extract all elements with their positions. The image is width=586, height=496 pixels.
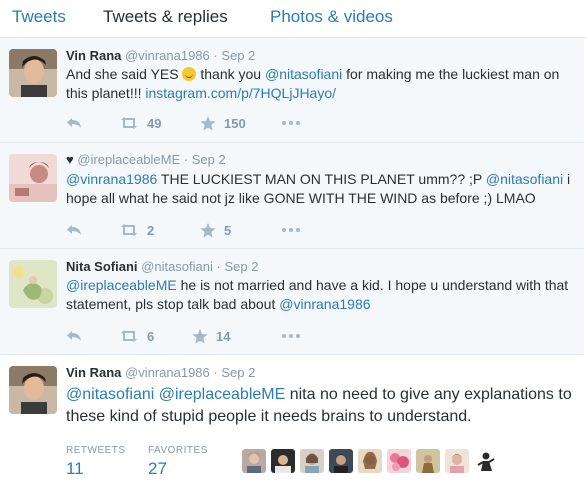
instagram-link[interactable]: instagram.com/p/7HQLjJHayo/ (145, 85, 336, 101)
tweet-text: And she said YES thank you @nitasofiani … (66, 65, 574, 103)
avatar[interactable] (9, 260, 57, 308)
profile-tabs: Tweets Tweets & replies Photos & videos (0, 0, 586, 38)
tweet[interactable]: Vin Rana @vinrana1986 · Sep 2 And she sa… (0, 38, 584, 143)
tweet-focused[interactable]: Vin Rana @vinrana1986 · Sep 2 @nitasofia… (0, 355, 584, 496)
favoriter-avatar[interactable] (474, 449, 498, 473)
more-button[interactable] (281, 220, 301, 240)
more-icon (282, 121, 300, 125)
retweet-count: 49 (147, 115, 162, 131)
favorites-stat[interactable]: FAVORITES 27 (148, 445, 208, 479)
mention-link[interactable]: @vinrana1986 (66, 171, 157, 187)
heart-prefix: ♥ (66, 152, 74, 167)
separator-dot: · (213, 365, 218, 380)
tweet-actions: 6 14 (66, 326, 366, 346)
retweets-label: RETWEETS (66, 445, 126, 456)
tweet-date[interactable]: Sep 2 (224, 259, 258, 274)
tweet-date[interactable]: Sep 2 (192, 152, 226, 167)
retweets-stat[interactable]: RETWEETS 11 (66, 445, 126, 479)
mention-link[interactable]: @nitasofiani (265, 66, 342, 82)
favorite-star-icon (200, 115, 216, 130)
retweet-icon (121, 224, 137, 236)
favoriter-avatar[interactable] (445, 449, 469, 473)
reply-button[interactable] (66, 220, 82, 240)
more-icon (282, 334, 300, 338)
avatar[interactable] (9, 154, 57, 202)
favorites-value: 27 (148, 459, 167, 478)
tweet-stream: Vin Rana @vinrana1986 · Sep 2 And she sa… (0, 38, 584, 496)
mention-link[interactable]: @vinrana1986 (279, 296, 370, 312)
favorite-star-icon (192, 328, 208, 343)
tweet[interactable]: Nita Sofiani @nitasofiani · Sep 2 @irepl… (0, 249, 584, 355)
favorite-star-icon (200, 222, 216, 237)
tweet-date[interactable]: Sep 2 (221, 48, 255, 63)
favoriter-avatar[interactable] (358, 449, 382, 473)
retweet-count: 2 (147, 222, 155, 238)
tab-tweets-and-replies[interactable]: Tweets & replies (103, 7, 228, 27)
more-icon (282, 228, 300, 232)
favorite-count: 150 (224, 115, 246, 131)
tweet-text: @vinrana1986 THE LUCKIEST MAN ON THIS PL… (66, 170, 574, 208)
mention-link[interactable]: @ireplaceableME (66, 277, 177, 293)
separator-dot: · (213, 48, 218, 63)
tweet-actions: 49 150 (66, 113, 366, 133)
author-handle[interactable]: @ireplaceableME (77, 152, 180, 167)
separator-dot: · (216, 259, 221, 274)
more-button[interactable] (281, 113, 301, 133)
reply-button[interactable] (66, 113, 82, 133)
tab-photos-and-videos[interactable]: Photos & videos (270, 7, 393, 27)
retweets-value: 11 (66, 459, 84, 478)
favoriter-avatar[interactable] (242, 449, 266, 473)
favorite-button[interactable]: 5 (200, 220, 231, 240)
favoriter-avatar[interactable] (416, 449, 440, 473)
author-name[interactable]: Vin Rana (66, 48, 121, 63)
tab-tweets[interactable]: Tweets (12, 7, 66, 27)
reply-icon (67, 331, 81, 341)
mention-link[interactable]: @nitasofiani (66, 386, 154, 403)
tweet-date[interactable]: Sep 2 (221, 365, 255, 380)
favoriter-avatar[interactable] (300, 449, 324, 473)
tweet-stats: RETWEETS 11 FAVORITES 27 (66, 445, 574, 485)
retweet-icon (121, 117, 137, 129)
avatar[interactable] (9, 366, 57, 414)
retweet-button[interactable]: 2 (119, 220, 154, 240)
mention-link[interactable]: @nitasofiani (486, 171, 563, 187)
favoriter-avatar[interactable] (329, 449, 353, 473)
tweet-text: @ireplaceableME he is not married and ha… (66, 276, 574, 314)
tweet-header: Nita Sofiani @nitasofiani · Sep 2 (66, 259, 258, 274)
author-name[interactable]: Nita Sofiani (66, 259, 138, 274)
favoriter-avatar[interactable] (387, 449, 411, 473)
text-segment: thank you (196, 66, 265, 82)
favorite-button[interactable]: 14 (192, 326, 230, 346)
tweet-header: Vin Rana @vinrana1986 · Sep 2 (66, 365, 255, 380)
mention-link[interactable]: @ireplaceableME (159, 386, 286, 403)
author-handle[interactable]: @nitasofiani (141, 259, 213, 274)
smiley-emoji-icon (182, 67, 197, 81)
retweet-button[interactable]: 49 (119, 113, 161, 133)
avatar[interactable] (9, 49, 57, 97)
text-segment: THE LUCKIEST MAN ON THIS PLANET umm?? ;P (157, 171, 486, 187)
favoriter-avatar[interactable] (271, 449, 295, 473)
reply-icon (67, 225, 81, 235)
favorite-count: 14 (216, 328, 231, 344)
author-name[interactable]: Vin Rana (66, 365, 121, 380)
tweet-actions: 2 5 (66, 220, 366, 240)
author-handle[interactable]: @vinrana1986 (125, 48, 210, 63)
favorites-label: FAVORITES (148, 445, 208, 456)
author-handle[interactable]: @vinrana1986 (125, 365, 210, 380)
favoriter-avatars (242, 449, 498, 473)
tweet-header: Vin Rana @vinrana1986 · Sep 2 (66, 48, 255, 63)
retweet-icon (121, 330, 137, 342)
reply-icon (67, 118, 81, 128)
tweet-header: ♥ @ireplaceableME · Sep 2 (66, 152, 226, 167)
retweet-count: 6 (147, 328, 155, 344)
favorite-count: 5 (224, 222, 232, 238)
text-segment: And she said YES (66, 66, 183, 82)
tweet-text: @nitasofiani @ireplaceableME nita no nee… (66, 384, 574, 428)
retweet-button[interactable]: 6 (119, 326, 154, 346)
more-button[interactable] (281, 326, 301, 346)
separator-dot: · (183, 152, 189, 167)
favorite-button[interactable]: 150 (200, 113, 246, 133)
tweet[interactable]: ♥ @ireplaceableME · Sep 2 @vinrana1986 T… (0, 143, 584, 249)
reply-button[interactable] (66, 326, 82, 346)
